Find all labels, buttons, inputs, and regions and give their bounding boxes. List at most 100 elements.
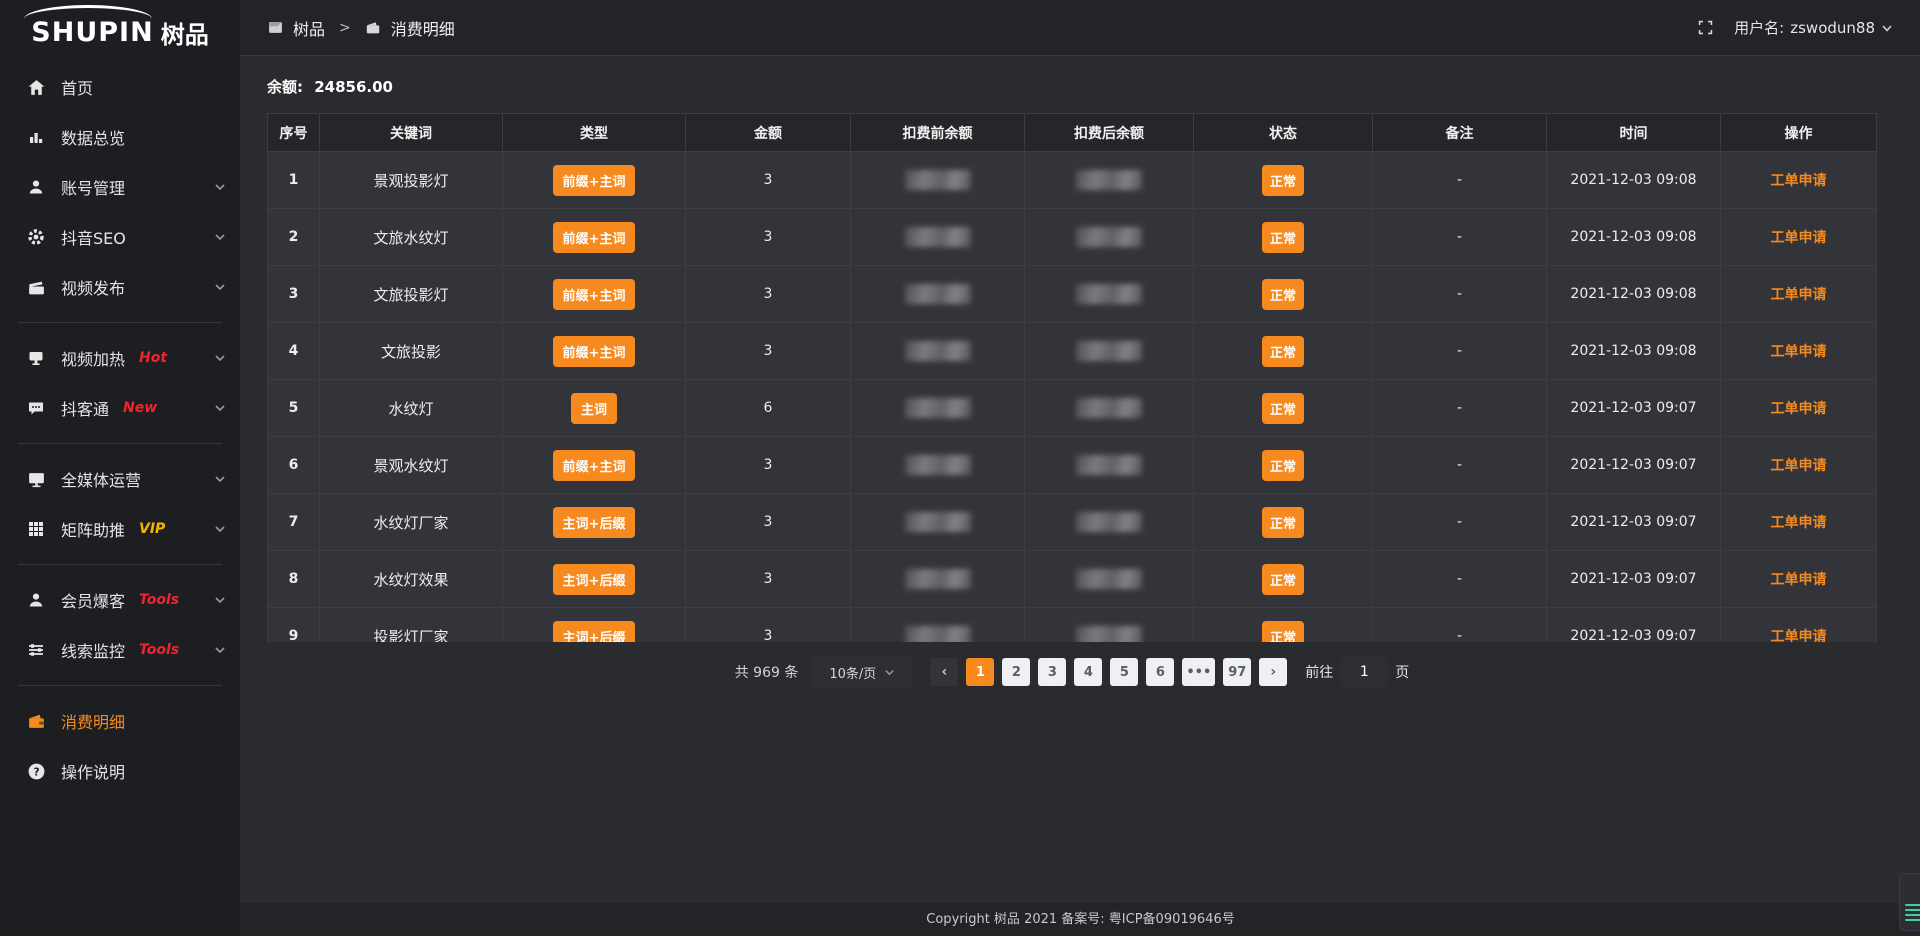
redacted-balance-before: [905, 227, 971, 247]
redacted-balance-before: [905, 284, 971, 304]
topbar-right: 用户名: zswodun88: [1697, 17, 1893, 38]
breadcrumb-root[interactable]: 树品: [293, 16, 325, 40]
sidebar-item-instructions[interactable]: ? 操作说明: [0, 746, 240, 796]
sidebar-item-douyin-seo[interactable]: 抖音SEO: [0, 212, 240, 262]
cell-amount: 3: [686, 323, 851, 380]
grid-icon: [26, 519, 46, 539]
sidebar-item-account-mgmt[interactable]: 账号管理: [0, 162, 240, 212]
col-header-amount: 金额: [686, 114, 851, 152]
breadcrumb-separator: >: [339, 20, 351, 36]
logo-arc: [24, 5, 152, 19]
cell-amount: 3: [686, 152, 851, 209]
svg-text:?: ?: [33, 766, 39, 778]
breadcrumb: 树品 > 消费明细: [268, 16, 455, 40]
goto-page-input[interactable]: [1341, 657, 1387, 687]
cell-time: 2021-12-03 09:07: [1547, 608, 1721, 643]
table-row: 7 水纹灯厂家 主词+后缀 3 正常 - 2021-12-03 09:07 工单…: [268, 494, 1877, 551]
more-pages-button[interactable]: •••: [1182, 658, 1215, 686]
type-badge: 前缀+主词: [553, 336, 636, 367]
page-button-1[interactable]: 1: [966, 658, 994, 686]
cell-note: -: [1373, 608, 1547, 643]
sidebar-item-video-heat[interactable]: 视频加热 Hot: [0, 333, 240, 383]
prev-page-button[interactable]: ‹: [930, 658, 958, 686]
redacted-balance-before: [905, 341, 971, 361]
sidebar-item-label: 账号管理: [61, 175, 125, 199]
cell-no: 5: [268, 380, 320, 437]
cell-keyword: 水纹灯: [320, 380, 503, 437]
chevron-down-icon: [214, 352, 226, 364]
type-badge: 主词+后缀: [553, 564, 636, 595]
next-page-button[interactable]: ›: [1259, 658, 1287, 686]
widget-stripe: [1905, 914, 1920, 916]
status-badge: 正常: [1262, 279, 1304, 310]
col-header-no: 序号: [268, 114, 320, 152]
ticket-apply-link[interactable]: 工单申请: [1771, 401, 1827, 417]
cell-time: 2021-12-03 09:07: [1547, 437, 1721, 494]
table-row: 2 文旅水纹灯 前缀+主词 3 正常 - 2021-12-03 09:08 工单…: [268, 209, 1877, 266]
cell-time: 2021-12-03 09:08: [1547, 209, 1721, 266]
table-row: 3 文旅投影灯 前缀+主词 3 正常 - 2021-12-03 09:08 工单…: [268, 266, 1877, 323]
sidebar-item-matrix-boost[interactable]: 矩阵助推 VIP: [0, 504, 240, 554]
sidebar-item-consumption-detail[interactable]: 消费明细: [0, 696, 240, 746]
table-row: 9 投影灯厂家 主词+后缀 3 正常 - 2021-12-03 09:07 工单…: [268, 608, 1877, 643]
balance-label: 余额:: [267, 78, 303, 96]
sidebar-item-lead-monitor[interactable]: 线索监控 Tools: [0, 625, 240, 675]
sidebar-item-data-overview[interactable]: 数据总览: [0, 112, 240, 162]
cell-keyword: 投影灯厂家: [320, 608, 503, 643]
fullscreen-icon[interactable]: [1697, 19, 1714, 36]
user-dropdown[interactable]: 用户名: zswodun88: [1734, 17, 1893, 38]
page-button-4[interactable]: 4: [1074, 658, 1102, 686]
ticket-apply-link[interactable]: 工单申请: [1771, 287, 1827, 303]
cell-note: -: [1373, 551, 1547, 608]
ticket-apply-link[interactable]: 工单申请: [1771, 515, 1827, 531]
sidebar-item-video-publish[interactable]: 视频发布: [0, 262, 240, 312]
sidebar-item-member-burst[interactable]: 会员爆客 Tools: [0, 575, 240, 625]
sidebar-item-doketong[interactable]: 抖客通 New: [0, 383, 240, 433]
goto-page: 前往 页: [1305, 657, 1409, 687]
floating-widget[interactable]: [1899, 873, 1920, 931]
tools-tag: Tools: [139, 642, 179, 658]
home-icon: [26, 77, 46, 97]
page-button-97[interactable]: 97: [1223, 658, 1251, 686]
monitor-icon: [26, 469, 46, 489]
ticket-apply-link[interactable]: 工单申请: [1771, 458, 1827, 474]
cell-amount: 3: [686, 551, 851, 608]
cell-time: 2021-12-03 09:07: [1547, 551, 1721, 608]
app-window: SHUPIN 树品 首页 数据总览 账号管理: [0, 0, 1920, 936]
page-size-select[interactable]: 10条/页: [812, 656, 912, 688]
redacted-balance-before: [905, 512, 971, 532]
status-badge: 正常: [1262, 165, 1304, 196]
breadcrumb-current: 消费明细: [391, 16, 455, 40]
ticket-apply-link[interactable]: 工单申请: [1771, 572, 1827, 588]
table-row: 4 文旅投影 前缀+主词 3 正常 - 2021-12-03 09:08 工单申…: [268, 323, 1877, 380]
chevron-down-icon: [214, 594, 226, 606]
cell-amount: 3: [686, 437, 851, 494]
cell-amount: 3: [686, 266, 851, 323]
cell-no: 8: [268, 551, 320, 608]
sidebar-item-all-media[interactable]: 全媒体运营: [0, 454, 240, 504]
type-badge: 主词+后缀: [553, 507, 636, 538]
topbar: 树品 > 消费明细 用户名: zswodun88: [240, 0, 1920, 56]
ticket-apply-link[interactable]: 工单申请: [1771, 173, 1827, 189]
ticket-apply-link[interactable]: 工单申请: [1771, 344, 1827, 360]
ticket-apply-link[interactable]: 工单申请: [1771, 629, 1827, 642]
widget-stripe: [1905, 919, 1920, 921]
redacted-balance-before: [905, 626, 971, 642]
chevron-down-icon: [1881, 22, 1893, 34]
type-badge: 前缀+主词: [553, 165, 636, 196]
cell-keyword: 水纹灯效果: [320, 551, 503, 608]
page-button-5[interactable]: 5: [1110, 658, 1138, 686]
ticket-apply-link[interactable]: 工单申请: [1771, 230, 1827, 246]
sidebar-item-label: 数据总览: [61, 125, 125, 149]
page-button-2[interactable]: 2: [1002, 658, 1030, 686]
goto-label: 前往: [1305, 662, 1333, 682]
type-badge: 前缀+主词: [553, 222, 636, 253]
sidebar-item-home[interactable]: 首页: [0, 62, 240, 112]
cell-no: 6: [268, 437, 320, 494]
cell-no: 7: [268, 494, 320, 551]
page-button-6[interactable]: 6: [1146, 658, 1174, 686]
logo: SHUPIN 树品: [0, 0, 240, 56]
cell-no: 4: [268, 323, 320, 380]
col-header-type: 类型: [503, 114, 686, 152]
page-button-3[interactable]: 3: [1038, 658, 1066, 686]
